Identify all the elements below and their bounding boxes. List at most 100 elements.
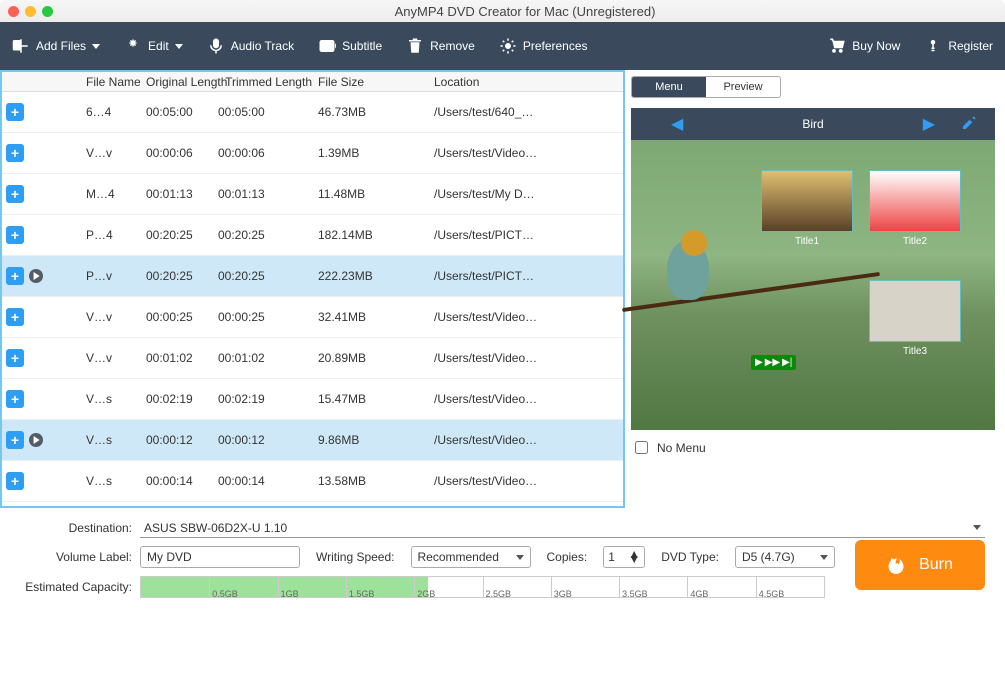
menu-tile-1[interactable]: Title1 — [761, 170, 853, 232]
audio-track-button[interactable]: Audio Track — [207, 37, 294, 55]
gauge-tick: 2.5GB — [483, 577, 512, 597]
trim-length-cell: 00:00:25 — [218, 310, 318, 324]
fastfwd-icon[interactable]: ▶▶ — [765, 357, 780, 368]
location-cell: /Users/test/Video… — [408, 392, 623, 406]
window-minimize-icon[interactable] — [25, 6, 36, 17]
gauge-tick: 4.5GB — [756, 577, 785, 597]
orig-length-cell: 00:01:13 — [146, 187, 218, 201]
destination-label: Destination: — [20, 521, 140, 535]
gauge-tick: 2GB — [414, 577, 435, 597]
trim-length-cell: 00:02:19 — [218, 392, 318, 406]
preferences-button[interactable]: Preferences — [499, 37, 588, 55]
chevron-down-icon — [516, 555, 524, 560]
filesize-cell: 182.14MB — [318, 228, 408, 242]
gauge-tick: 3.5GB — [619, 577, 648, 597]
buy-now-button[interactable]: Buy Now — [828, 37, 900, 55]
writing-speed-label: Writing Speed: — [316, 550, 395, 564]
play-icon[interactable]: ▶ — [755, 357, 763, 368]
capacity-gauge: 0.5GB1GB1.5GB2GB2.5GB3GB3.5GB4GB4.5GB — [140, 576, 825, 598]
add-icon[interactable]: + — [6, 103, 24, 121]
col-size[interactable]: File Size — [318, 75, 408, 89]
location-cell: /Users/test/My D… — [408, 187, 623, 201]
filename-cell: V…v — [86, 310, 146, 324]
subtitle-button[interactable]: ABC Subtitle — [318, 37, 382, 55]
orig-length-cell: 00:00:12 — [146, 433, 218, 447]
dvd-type-combo[interactable]: D5 (4.7G) — [735, 546, 835, 568]
chevron-down-icon — [973, 525, 981, 530]
writing-speed-value: Recommended — [418, 550, 499, 564]
filename-cell: 6…4 — [86, 105, 146, 119]
no-menu-input[interactable] — [635, 441, 648, 454]
col-orig[interactable]: Original Length — [146, 75, 218, 89]
table-row[interactable]: +6…400:05:0000:05:0046.73MB/Users/test/6… — [2, 92, 623, 133]
prev-theme-icon[interactable]: ◀ — [671, 114, 683, 134]
location-cell: /Users/test/Video… — [408, 433, 623, 447]
add-icon[interactable]: + — [6, 144, 24, 162]
add-icon[interactable]: + — [6, 349, 24, 367]
add-icon[interactable]: + — [6, 185, 24, 203]
menu-tile-3[interactable]: Title3 — [869, 280, 961, 342]
col-trim[interactable]: Trimmed Length — [218, 75, 318, 89]
orig-length-cell: 00:00:25 — [146, 310, 218, 324]
tile-caption: Title3 — [870, 346, 960, 357]
remove-label: Remove — [430, 39, 475, 53]
destination-combo[interactable]: ASUS SBW-06D2X-U 1.10 — [140, 518, 985, 538]
col-filename[interactable]: File Name — [86, 75, 146, 89]
trim-length-cell: 00:00:14 — [218, 474, 318, 488]
tile-caption: Title1 — [762, 236, 852, 247]
register-button[interactable]: Register — [924, 37, 993, 55]
tab-preview[interactable]: Preview — [706, 77, 780, 97]
filename-cell: V…s — [86, 474, 146, 488]
destination-value: ASUS SBW-06D2X-U 1.10 — [144, 521, 287, 535]
volume-label-label: Volume Label: — [20, 550, 140, 564]
table-row[interactable]: +V…v00:01:0200:01:0220.89MB/Users/test/V… — [2, 338, 623, 379]
no-menu-checkbox[interactable]: No Menu — [631, 438, 995, 457]
copies-stepper[interactable]: 1 ▲▼ — [603, 546, 645, 568]
title-bar: AnyMP4 DVD Creator for Mac (Unregistered… — [0, 0, 1005, 22]
add-files-button[interactable]: Add Files — [12, 37, 100, 55]
trim-length-cell: 00:20:25 — [218, 228, 318, 242]
col-location[interactable]: Location — [408, 75, 623, 89]
add-icon[interactable]: + — [6, 308, 24, 326]
window-title: AnyMP4 DVD Creator for Mac (Unregistered… — [53, 4, 997, 19]
table-row[interactable]: +M…400:01:1300:01:1311.48MB/Users/test/M… — [2, 174, 623, 215]
add-icon[interactable]: + — [6, 267, 24, 285]
table-row[interactable]: +V…s00:00:1400:00:1413.58MB/Users/test/V… — [2, 461, 623, 502]
add-icon[interactable]: + — [6, 431, 24, 449]
table-row[interactable]: +V…s00:02:1900:02:1915.47MB/Users/test/V… — [2, 379, 623, 420]
menu-tile-2[interactable]: Title2 — [869, 170, 961, 232]
orig-length-cell: 00:01:02 — [146, 351, 218, 365]
writing-speed-combo[interactable]: Recommended — [411, 546, 531, 568]
trim-length-cell: 00:01:13 — [218, 187, 318, 201]
volume-label-input[interactable]: My DVD — [140, 546, 300, 568]
theme-name: Bird — [802, 117, 823, 131]
table-row[interactable]: +V…v00:00:2500:00:2532.41MB/Users/test/V… — [2, 297, 623, 338]
add-icon[interactable]: + — [6, 472, 24, 490]
table-row[interactable]: +V…s00:00:1200:00:129.86MB/Users/test/Vi… — [2, 420, 623, 461]
burn-button[interactable]: Burn — [855, 540, 985, 590]
preview-pane: Menu Preview ◀ Bird ▶ Title1 Title2 Titl… — [625, 70, 1005, 508]
orig-length-cell: 00:02:19 — [146, 392, 218, 406]
next-theme-icon[interactable]: ▶ — [923, 114, 935, 134]
window-close-icon[interactable] — [8, 6, 19, 17]
player-controls[interactable]: ▶ ▶▶ ▶| — [751, 355, 796, 370]
gauge-tick: 3GB — [551, 577, 572, 597]
no-menu-label: No Menu — [657, 441, 706, 455]
orig-length-cell: 00:05:00 — [146, 105, 218, 119]
table-row[interactable]: +V…v00:00:0600:00:061.39MB/Users/test/Vi… — [2, 133, 623, 174]
skip-icon[interactable]: ▶| — [782, 357, 792, 368]
edit-button[interactable]: Edit — [124, 37, 183, 55]
remove-button[interactable]: Remove — [406, 37, 475, 55]
add-icon[interactable]: + — [6, 226, 24, 244]
location-cell: /Users/test/PICT… — [408, 269, 623, 283]
filesize-cell: 15.47MB — [318, 392, 408, 406]
window-zoom-icon[interactable] — [42, 6, 53, 17]
edit-theme-icon[interactable] — [961, 115, 977, 134]
main-toolbar: Add Files Edit Audio Track ABC Subtitle … — [0, 22, 1005, 70]
table-row[interactable]: +P…400:20:2500:20:25182.14MB/Users/test/… — [2, 215, 623, 256]
trim-length-cell: 00:00:06 — [218, 146, 318, 160]
tab-menu[interactable]: Menu — [632, 77, 706, 97]
table-row[interactable]: +P…v00:20:2500:20:25222.23MB/Users/test/… — [2, 256, 623, 297]
edit-label: Edit — [148, 39, 169, 53]
add-icon[interactable]: + — [6, 390, 24, 408]
